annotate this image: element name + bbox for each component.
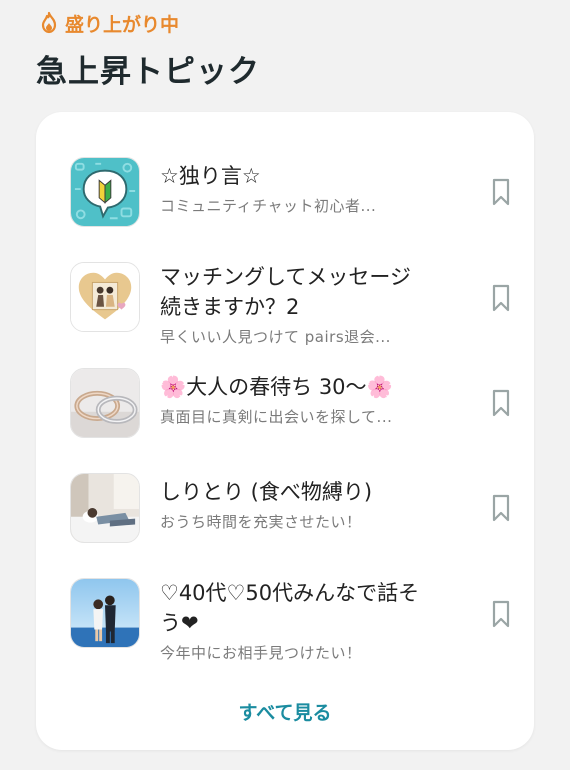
topic-text-5: ♡40代♡50代みんなで話そう❤ 今年中にお相手見つけたい！	[160, 578, 428, 664]
bookmark-icon[interactable]	[491, 284, 511, 312]
topic-text-4: しりとり (食べ物縛り) おうち時間を充実させたい！	[160, 473, 428, 533]
topic-item-5[interactable]: ♡40代♡50代みんなで話そう❤ 今年中にお相手見つけたい！	[70, 578, 510, 662]
topic-text-3: 🌸大人の春待ち 30～🌸 真面目に真剣に出会いを探して...	[160, 368, 428, 428]
topic-item-4[interactable]: しりとり (食べ物縛り) おうち時間を充実させたい！	[70, 473, 510, 545]
trending-topics-screen: 盛り上がり中 急上昇トピック ☆独り言☆ コミュニティチャット初心者... マッ…	[0, 0, 570, 770]
topic-subtitle: 早くいい人見つけて pairs退会...	[160, 328, 391, 346]
topic-list-card: ☆独り言☆ コミュニティチャット初心者... マッチングしてメッセージ続きますか…	[36, 112, 534, 750]
topic-title: 🌸大人の春待ち 30～🌸	[160, 375, 393, 399]
couple-beach-photo	[70, 578, 140, 648]
bookmark-icon[interactable]	[491, 600, 511, 628]
wedding-rings-photo	[70, 368, 140, 438]
topic-item-3[interactable]: 🌸大人の春待ち 30～🌸 真面目に真剣に出会いを探して...	[70, 368, 510, 440]
topic-subtitle: おうち時間を充実させたい！	[160, 513, 362, 531]
topic-title: しりとり (食べ物縛り)	[160, 480, 373, 504]
topic-subtitle: 今年中にお相手見つけたい！	[160, 644, 362, 662]
trending-label-text: 盛り上がり中	[65, 13, 180, 36]
relaxing-bed-photo	[70, 473, 140, 543]
bookmark-icon[interactable]	[491, 178, 511, 206]
topic-title: ☆独り言☆	[160, 164, 261, 188]
couple-heart-photo	[70, 262, 140, 332]
topic-text-2: マッチングしてメッセージ続きますか？2 早くいい人見つけて pairs退会...	[160, 262, 428, 348]
topic-item-2[interactable]: マッチングしてメッセージ続きますか？2 早くいい人見つけて pairs退会...	[70, 262, 510, 346]
see-all-link[interactable]: すべて見る	[36, 698, 534, 725]
topic-subtitle: コミュニティチャット初心者...	[160, 197, 377, 215]
topic-item-1[interactable]: ☆独り言☆ コミュニティチャット初心者...	[70, 157, 510, 229]
flame-icon	[38, 11, 60, 35]
bookmark-icon[interactable]	[491, 494, 511, 522]
beginner-mark-icon	[70, 157, 140, 227]
bookmark-icon[interactable]	[491, 389, 511, 417]
topic-text-1: ☆独り言☆ コミュニティチャット初心者...	[160, 157, 428, 217]
topic-subtitle: 真面目に真剣に出会いを探して...	[160, 408, 393, 426]
trending-label: 盛り上がり中	[38, 10, 179, 36]
topic-title: ♡40代♡50代みんなで話そう❤	[160, 581, 420, 635]
page-title: 急上昇トピック	[36, 54, 260, 90]
topic-title: マッチングしてメッセージ続きますか？2	[160, 265, 411, 319]
